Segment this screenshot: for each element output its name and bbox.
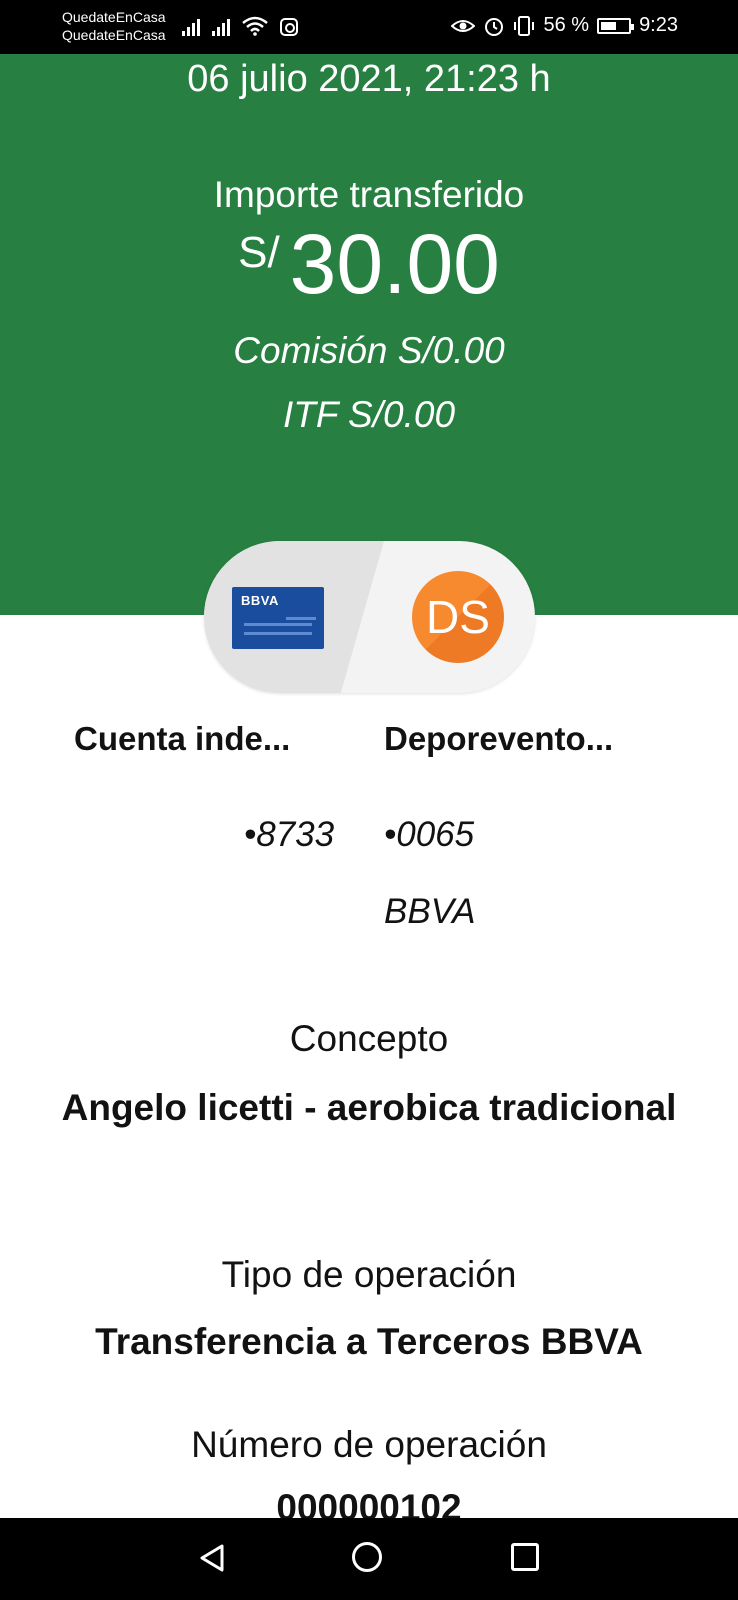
status-bar: QuedateEnCasa QuedateEnCasa 56 % 9:23	[0, 0, 738, 54]
concept-label: Concepto	[289, 1018, 449, 1059]
signal-icons	[182, 16, 298, 36]
transfer-amount: S/ 30.00	[0, 222, 738, 306]
destination-bank: BBVA	[384, 892, 476, 931]
alarm-icon	[485, 17, 504, 36]
itf-text: ITF S/0.00	[282, 394, 456, 435]
recents-icon[interactable]	[511, 1543, 539, 1571]
destination-avatar: DS	[412, 571, 504, 663]
source-account-number: •8733	[244, 815, 335, 854]
navigation-bar	[0, 1518, 738, 1600]
currency-symbol: S/	[238, 228, 280, 277]
wifi-icon	[242, 16, 268, 36]
amount-value: 30.00	[289, 217, 500, 311]
source-account-name: Cuenta inde...	[74, 720, 291, 757]
commission-text: Comisión S/0.00	[233, 330, 505, 371]
carrier-1: QuedateEnCasa	[62, 9, 166, 25]
back-icon[interactable]	[196, 1542, 228, 1574]
carrier-labels: QuedateEnCasa QuedateEnCasa	[62, 8, 166, 44]
signal-2-icon	[212, 16, 230, 36]
operation-number-label: Número de operación	[191, 1424, 547, 1465]
clock: 9:23	[639, 14, 678, 36]
transfer-header: 06 julio 2021, 21:23 h Importe transferi…	[0, 54, 738, 615]
instagram-icon	[280, 18, 298, 36]
operation-type-value: Transferencia a Terceros BBVA	[95, 1321, 643, 1362]
destination-account-number: •0065	[384, 815, 475, 854]
account-names: Cuenta inde... Deporevento...	[0, 720, 738, 770]
home-icon[interactable]	[352, 1542, 382, 1572]
eye-icon	[451, 19, 476, 32]
destination-account-name: Deporevento...	[384, 720, 614, 757]
vibrate-icon	[514, 15, 535, 36]
accounts-pill: BBVA DS	[204, 541, 535, 693]
battery-percent: 56 %	[543, 14, 590, 36]
amount-label: Importe transferido	[213, 174, 525, 215]
card-brand: BBVA	[241, 593, 279, 608]
transfer-date: 06 julio 2021, 21:23 h	[187, 58, 551, 100]
concept-value: Angelo licetti - aerobica tradicional	[61, 1087, 677, 1128]
status-right: 56 % 9:23	[451, 14, 678, 37]
battery-icon	[597, 17, 635, 34]
carrier-2: QuedateEnCasa	[62, 27, 166, 43]
operation-type-label: Tipo de operación	[221, 1254, 517, 1295]
signal-1-icon	[182, 16, 200, 36]
bbva-card-icon: BBVA	[232, 587, 324, 649]
